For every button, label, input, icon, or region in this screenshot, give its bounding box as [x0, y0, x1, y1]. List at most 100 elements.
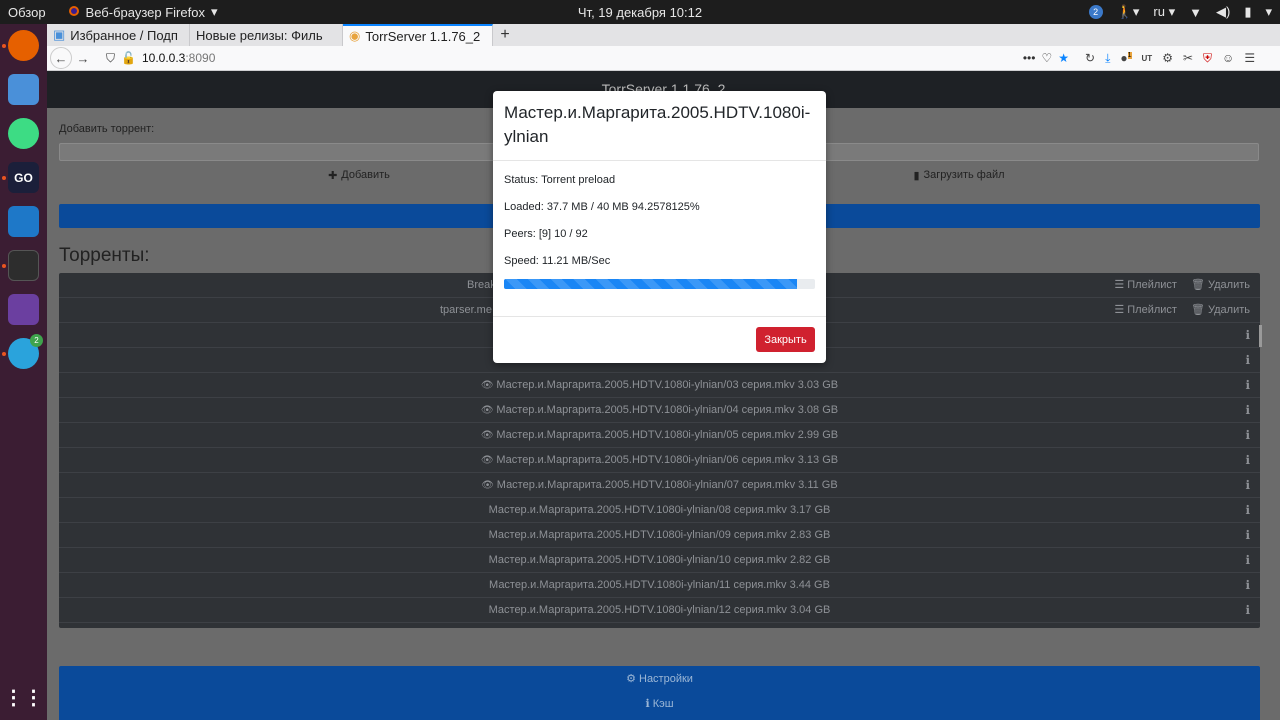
android-studio-icon[interactable] [8, 118, 39, 149]
info-icon[interactable]: ℹ [1245, 398, 1250, 423]
insecure-lock-icon: 🔓 [121, 51, 136, 65]
notification-badge[interactable]: 2 [1088, 5, 1103, 19]
firefox-icon[interactable] [8, 30, 39, 61]
scrollbar-thumb[interactable] [1259, 325, 1262, 347]
cache-label: Кэш [652, 698, 674, 710]
language-selector[interactable]: ru ▾ [1153, 4, 1175, 20]
terminal-icon[interactable] [8, 250, 39, 281]
telegram-badge: 2 [30, 334, 43, 347]
file-row[interactable]: 👁 Мастер.и.Маргарита.2005.HDTV.1080i-yln… [59, 398, 1260, 423]
torrent-name: Break [467, 279, 496, 291]
delete-button[interactable]: 🗑 Удалить [1191, 273, 1250, 298]
info-icon[interactable]: ℹ [1245, 573, 1250, 598]
battery-icon[interactable]: ▮ [1244, 4, 1251, 20]
goland-icon[interactable]: GO [8, 162, 39, 193]
system-tray: 2 🚶▾ ru ▾ ▼ ◀) ▮ ▾ [1088, 4, 1272, 20]
volume-icon[interactable]: ◀) [1216, 4, 1230, 20]
network-icon[interactable]: ▼ [1189, 5, 1202, 20]
calculator-icon[interactable] [8, 294, 39, 325]
running-indicator [2, 44, 6, 48]
file-row[interactable]: Мастер.и.Маргарита.2005.HDTV.1080i-ylnia… [59, 573, 1260, 598]
torrent-actions: ☰ Плейлист 🗑 Удалить [1114, 273, 1250, 298]
page-actions-icon[interactable]: ••• [1023, 51, 1036, 65]
extension-icon[interactable]: ●1 [1120, 51, 1132, 65]
file-name: Мастер.и.Маргарита.2005.HDTV.1080i-ylnia… [59, 573, 1260, 598]
running-indicator [2, 264, 6, 268]
info-icon[interactable]: ℹ [1245, 548, 1250, 573]
ut-extension-icon[interactable]: UT [1142, 54, 1153, 63]
upload-button-label: Загрузить файл [923, 169, 1005, 181]
file-cabinet-icon[interactable] [8, 74, 39, 105]
file-name-text: Мастер.и.Маргарита.2005.HDTV.1080i-ylnia… [496, 379, 839, 391]
playlist-button[interactable]: ☰ Плейлист [1114, 298, 1177, 323]
file-name: 👁 Мастер.и.Маргарита.2005.HDTV.1080i-yln… [59, 373, 1260, 398]
torrent-status-modal: Мастер.и.Маргарита.2005.HDTV.1080i-ylnia… [493, 91, 826, 363]
forward-button[interactable]: → [72, 47, 94, 69]
navigation-bar: ← → ⛉ 🔓 10.0.0.3:8090 ••• ♡ ★ ↻ ⤓ ●1 UT … [47, 46, 1280, 71]
hamburger-menu-icon[interactable]: ☰ [1244, 51, 1255, 65]
plus-icon: ✚ [328, 169, 338, 182]
system-menu-chevron-icon[interactable]: ▾ [1265, 4, 1272, 20]
new-tab-button[interactable]: + [493, 24, 517, 46]
info-icon[interactable]: ℹ [1245, 323, 1250, 348]
puzzle-icon[interactable]: ⚙ [1162, 51, 1173, 65]
delete-button[interactable]: 🗑 Удалить [1191, 298, 1250, 323]
tab-favicon-icon: ▣ [53, 27, 66, 42]
file-row[interactable]: 👁 Мастер.и.Маргарита.2005.HDTV.1080i-yln… [59, 448, 1260, 473]
goland-label: GO [14, 170, 33, 185]
info-icon[interactable]: ℹ [1245, 423, 1250, 448]
tab-new-releases[interactable]: Новые релизы: Филь [190, 24, 343, 46]
status-text: Status: Torrent preload [504, 174, 616, 186]
back-button[interactable]: ← [50, 47, 72, 69]
url-port: :8090 [185, 51, 216, 65]
file-row[interactable]: Мастер.и.Маргарита.2005.HDTV.1080i-ylnia… [59, 498, 1260, 523]
info-icon[interactable]: ℹ [1245, 523, 1250, 548]
ublock-icon[interactable]: ⛨ [1203, 51, 1212, 66]
accessibility-icon[interactable]: 🚶▾ [1117, 4, 1140, 20]
eye-icon: 👁 [480, 455, 497, 466]
info-icon[interactable]: ℹ [1245, 598, 1250, 623]
info-icon[interactable]: ℹ [1245, 373, 1250, 398]
close-button[interactable]: Закрыть [756, 327, 815, 352]
tab-torrserver[interactable]: ◉ TorrServer 1.1.76_2 ✕ [343, 24, 493, 46]
torrent-name: tparser.me [440, 304, 492, 316]
info-icon[interactable]: ℹ [1245, 473, 1250, 498]
file-row[interactable]: 👁 Мастер.и.Маргарита.2005.HDTV.1080i-yln… [59, 473, 1260, 498]
tab-label: Новые релизы: Филь [196, 27, 323, 43]
shield-icon: ⛉ [106, 50, 116, 65]
delete-label: Удалить [1208, 279, 1250, 291]
download-icon[interactable]: ⤓ [1105, 51, 1110, 66]
pocket-icon[interactable]: ♡ [1041, 51, 1052, 65]
settings-link[interactable]: ⚙ Настройки [59, 672, 1260, 685]
progress-fill [504, 279, 798, 289]
show-applications-icon[interactable]: ⋮⋮ [4, 682, 44, 713]
file-name-text: Мастер.и.Маргарита.2005.HDTV.1080i-ylnia… [488, 554, 831, 566]
file-name-text: Мастер.и.Маргарита.2005.HDTV.1080i-ylnia… [488, 529, 831, 541]
toolbar-extensions: ↻ ⤓ ●1 UT ⚙ ✂ ⛨ ☺ ☰ [1085, 51, 1255, 66]
playlist-button[interactable]: ☰ Плейлист [1114, 273, 1177, 298]
file-name-text: Мастер.и.Маргарита.2005.HDTV.1080i-ylnia… [489, 579, 830, 591]
info-icon[interactable]: ℹ [1245, 448, 1250, 473]
file-row[interactable]: Мастер.и.Маргарита.2005.HDTV.1080i-ylnia… [59, 598, 1260, 623]
screenshot-icon[interactable]: ✂ [1183, 51, 1193, 65]
url-bar[interactable]: ⛉ 🔓 10.0.0.3:8090 ••• ♡ ★ [100, 49, 1075, 68]
eye-icon: 👁 [480, 430, 497, 441]
cache-link[interactable]: ℹ Кэш [59, 697, 1260, 710]
file-row[interactable]: 👁 Мастер.и.Маргарита.2005.HDTV.1080i-yln… [59, 373, 1260, 398]
bookmark-star-icon[interactable]: ★ [1058, 51, 1069, 65]
tab-favorites[interactable]: ▣ Избранное / Подп [47, 24, 190, 46]
file-row[interactable]: Мастер.и.Маргарита.2005.HDTV.1080i-ylnia… [59, 523, 1260, 548]
file-row[interactable]: 👁 Мастер.и.Маргарита.2005.HDTV.1080i-yln… [59, 423, 1260, 448]
language-label: ru [1153, 4, 1165, 19]
divider [493, 160, 826, 161]
activities-button[interactable]: Обзор [8, 5, 46, 20]
info-icon: ℹ [645, 698, 650, 710]
add-torrent-label: Добавить торрент: [59, 123, 155, 135]
file-row[interactable]: Мастер.и.Маргарита.2005.HDTV.1080i-ylnia… [59, 548, 1260, 573]
info-icon[interactable]: ℹ [1245, 498, 1250, 523]
reload-icon[interactable]: ↻ [1085, 51, 1095, 65]
info-icon[interactable]: ℹ [1245, 348, 1250, 373]
app-menu[interactable]: Веб-браузер Firefox ▾ [68, 4, 217, 20]
vscode-icon[interactable] [8, 206, 39, 237]
account-icon[interactable]: ☺ [1222, 51, 1234, 65]
